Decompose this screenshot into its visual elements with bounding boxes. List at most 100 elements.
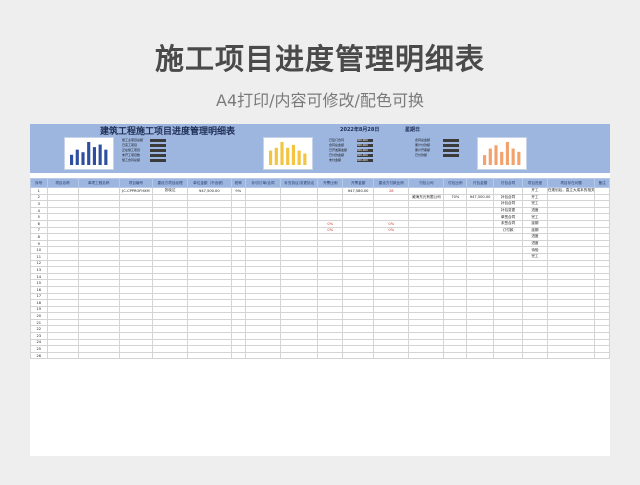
table-cell[interactable]: [443, 338, 468, 347]
table-cell[interactable]: [187, 259, 232, 268]
table-cell[interactable]: [230, 252, 247, 261]
table-cell[interactable]: [118, 338, 153, 347]
table-cell[interactable]: [230, 226, 247, 235]
table-cell[interactable]: [408, 187, 445, 195]
table-cell[interactable]: [77, 338, 120, 347]
table-cell[interactable]: [342, 233, 375, 241]
table-cell[interactable]: [118, 351, 153, 360]
table-cell[interactable]: [493, 233, 524, 241]
table-cell[interactable]: [317, 246, 344, 254]
table-cell[interactable]: [373, 259, 410, 268]
table-cell[interactable]: [342, 266, 375, 274]
table-cell[interactable]: [187, 239, 232, 248]
table-cell[interactable]: [373, 200, 410, 208]
table-cell[interactable]: [187, 206, 232, 215]
table-cell[interactable]: [280, 213, 319, 221]
table-cell[interactable]: [317, 193, 344, 202]
table-cell[interactable]: [118, 233, 153, 241]
table-cell[interactable]: [187, 299, 232, 307]
table-cell[interactable]: [244, 332, 282, 340]
table-cell[interactable]: [546, 272, 596, 281]
table-cell[interactable]: [280, 272, 319, 281]
table-cell[interactable]: [408, 305, 445, 314]
table-cell[interactable]: [280, 233, 319, 241]
table-cell[interactable]: [151, 233, 189, 241]
table-cell[interactable]: [46, 266, 79, 274]
table-cell[interactable]: [342, 200, 375, 208]
table-cell[interactable]: [151, 285, 189, 294]
table-cell[interactable]: 9: [30, 239, 48, 248]
table-cell[interactable]: [280, 266, 319, 274]
table-cell[interactable]: [317, 187, 344, 195]
table-cell[interactable]: [187, 213, 232, 221]
table-cell[interactable]: [230, 279, 247, 287]
table-cell[interactable]: [46, 325, 79, 334]
table-cell[interactable]: [280, 226, 319, 235]
table-cell[interactable]: [230, 318, 247, 327]
table-cell[interactable]: [46, 213, 79, 221]
table-cell[interactable]: [546, 213, 596, 221]
table-cell[interactable]: [546, 332, 596, 340]
table-cell[interactable]: [342, 345, 375, 353]
table-cell[interactable]: [546, 200, 596, 208]
table-cell[interactable]: [118, 252, 153, 261]
table-cell[interactable]: [594, 305, 610, 314]
table-cell[interactable]: [187, 200, 232, 208]
table-cell[interactable]: [493, 266, 524, 274]
table-cell[interactable]: [118, 272, 153, 281]
table-cell[interactable]: [244, 259, 282, 268]
table-cell[interactable]: [244, 193, 282, 202]
table-cell[interactable]: [46, 332, 79, 340]
table-cell[interactable]: [408, 259, 445, 268]
table-cell[interactable]: [443, 219, 468, 228]
table-cell[interactable]: [466, 312, 495, 320]
table-cell[interactable]: [466, 200, 495, 208]
table-cell[interactable]: [443, 325, 468, 334]
table-cell[interactable]: [230, 345, 247, 353]
table-cell[interactable]: [46, 305, 79, 314]
table-cell[interactable]: [244, 292, 282, 301]
table-cell[interactable]: [151, 292, 189, 301]
table-cell[interactable]: 25: [30, 345, 48, 353]
table-cell[interactable]: [280, 345, 319, 353]
table-cell[interactable]: [408, 279, 445, 287]
table-cell[interactable]: [493, 332, 524, 340]
table-cell[interactable]: [342, 312, 375, 320]
table-cell[interactable]: [317, 259, 344, 268]
table-cell[interactable]: [77, 345, 120, 353]
table-cell[interactable]: [443, 292, 468, 301]
table-cell[interactable]: [546, 338, 596, 347]
table-cell[interactable]: [493, 239, 524, 248]
table-cell[interactable]: [77, 219, 120, 228]
table-cell[interactable]: [443, 259, 468, 268]
table-cell[interactable]: [280, 292, 319, 301]
table-cell[interactable]: [46, 351, 79, 360]
table-cell[interactable]: [230, 200, 247, 208]
table-cell[interactable]: [244, 266, 282, 274]
table-cell[interactable]: [280, 206, 319, 215]
table-cell[interactable]: [46, 246, 79, 254]
table-cell[interactable]: [230, 351, 247, 360]
table-cell[interactable]: [594, 299, 610, 307]
table-cell[interactable]: [244, 206, 282, 215]
table-cell[interactable]: [443, 345, 468, 353]
table-cell[interactable]: [187, 266, 232, 274]
table-cell[interactable]: [466, 246, 495, 254]
table-cell[interactable]: [373, 332, 410, 340]
table-cell[interactable]: [594, 312, 610, 320]
table-cell[interactable]: [466, 226, 495, 235]
table-cell[interactable]: [342, 305, 375, 314]
table-cell[interactable]: [466, 325, 495, 334]
table-cell[interactable]: [546, 206, 596, 215]
table-cell[interactable]: [46, 318, 79, 327]
table-cell[interactable]: [443, 252, 468, 261]
table-cell[interactable]: [187, 325, 232, 334]
table-cell[interactable]: 待验: [522, 246, 548, 254]
table-cell[interactable]: 10: [30, 246, 48, 254]
table-cell[interactable]: [443, 272, 468, 281]
table-cell[interactable]: [342, 259, 375, 268]
table-cell[interactable]: [443, 279, 468, 287]
table-cell[interactable]: [522, 351, 548, 360]
table-cell[interactable]: [546, 285, 596, 294]
table-cell[interactable]: [443, 266, 468, 274]
